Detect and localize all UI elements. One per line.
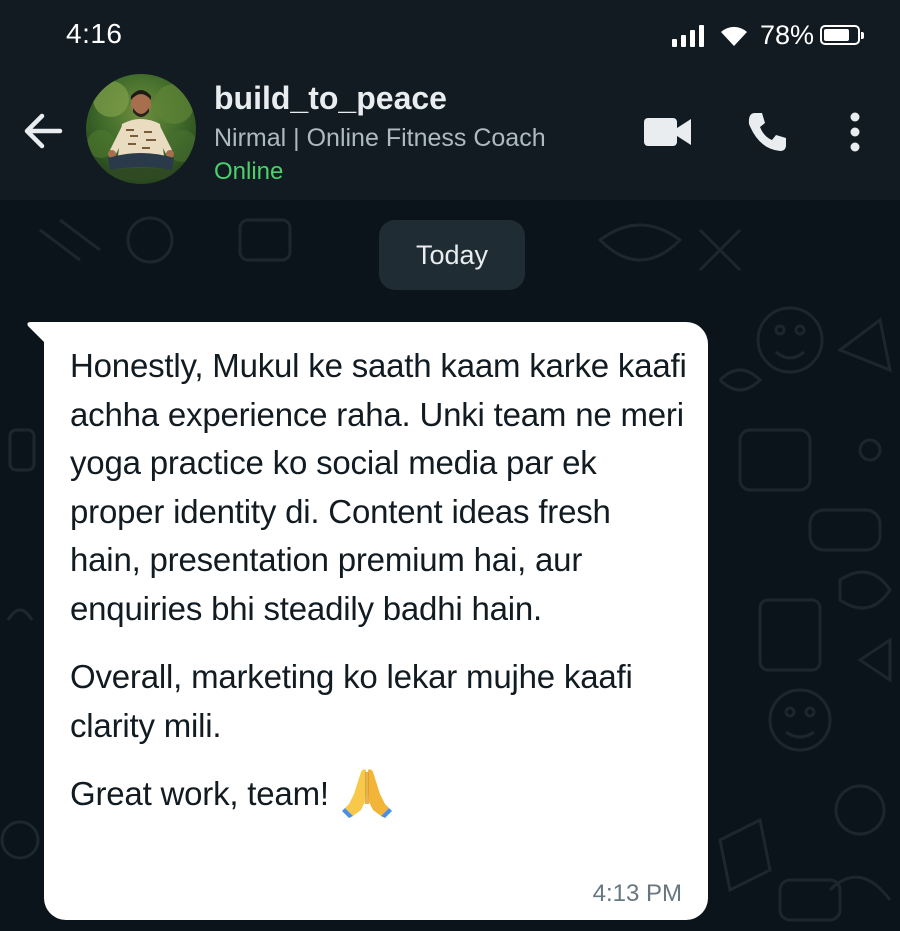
battery-nub <box>861 32 864 39</box>
back-arrow-icon[interactable] <box>20 108 66 154</box>
message-paragraph: Overall, marketing ko lekar mujhe kaafi … <box>70 658 633 744</box>
folded-hands-icon <box>341 769 392 819</box>
signal-icon <box>671 23 704 47</box>
video-call-icon[interactable] <box>643 116 693 148</box>
avatar[interactable] <box>86 74 196 184</box>
status-bar: 4:16 78% <box>0 0 900 72</box>
online-status: Online <box>214 158 284 185</box>
status-time: 4:16 <box>66 18 123 49</box>
battery-fill <box>824 29 849 41</box>
status-indicators: 78% <box>671 18 864 52</box>
contact-subtitle: Nirmal | Online Fitness Coach <box>214 124 546 152</box>
chat-header: build_to_peace Nirmal | Online Fitness C… <box>0 72 900 200</box>
message-closing-text: Great work, team! <box>70 775 329 812</box>
date-chip: Today <box>379 220 525 290</box>
battery-icon <box>820 25 864 45</box>
contact-name[interactable]: build_to_peace <box>214 80 447 117</box>
voice-call-icon[interactable] <box>745 110 789 154</box>
chat-area[interactable]: Today Honestly, Mukul ke saath kaam kark… <box>0 200 900 931</box>
wifi-icon <box>720 26 747 46</box>
message-paragraph-last: Great work, team! <box>70 769 688 820</box>
message-bubble[interactable]: Honestly, Mukul ke saath kaam karke kaaf… <box>44 322 708 920</box>
message-paragraph: Honestly, Mukul ke saath kaam karke kaaf… <box>70 347 687 627</box>
battery-percent: 78% <box>759 19 814 50</box>
avatar-image <box>87 81 196 180</box>
message-timestamp: 4:13 PM <box>592 880 682 907</box>
more-options-icon[interactable] <box>848 110 862 154</box>
chat-screen: 4:16 78% build_to_peace Nirmal | Online … <box>0 0 900 931</box>
